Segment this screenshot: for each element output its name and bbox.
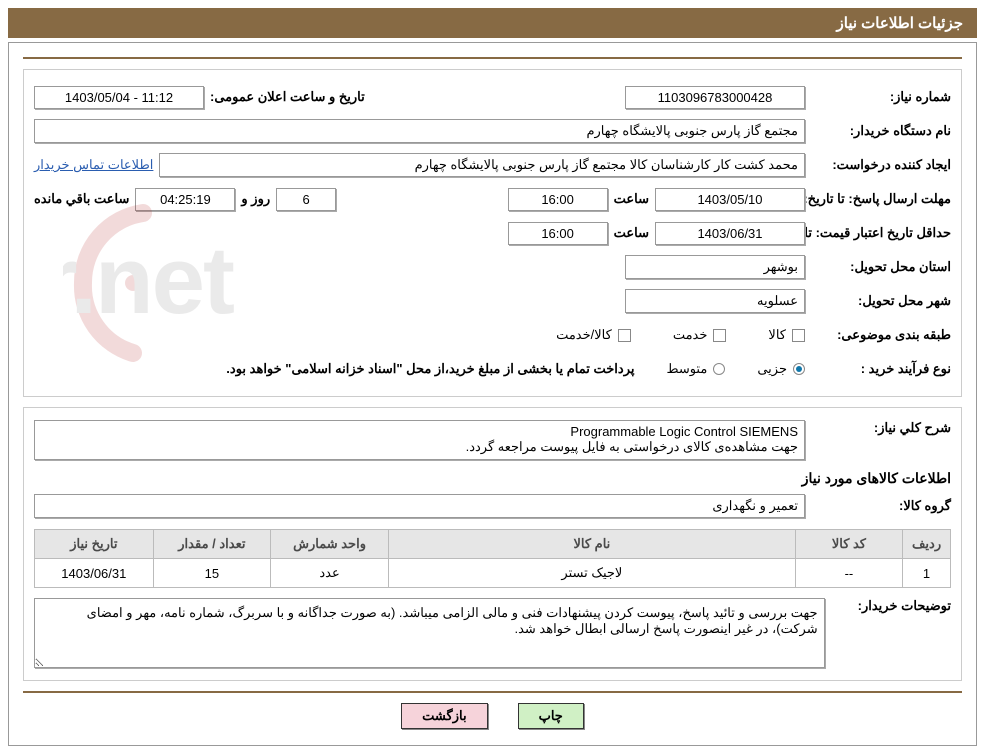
row-need-desc: شرح كلي نياز: Programmable Logic Control…	[34, 420, 951, 460]
label-buyer-org: نام دستگاه خریدار:	[811, 123, 951, 139]
label-chk-goods: کالا	[768, 327, 786, 343]
row-buyer-org: نام دستگاه خریدار: مجتمع گاز پارس جنوبی …	[34, 116, 951, 146]
buyer-contact-link[interactable]: اطلاعات تماس خریدار	[34, 157, 153, 173]
label-classification: طبقه بندی موضوعی:	[811, 327, 951, 343]
row-price-valid: حداقل تاریخ اعتبار قیمت: تا تاریخ: 1403/…	[34, 218, 951, 248]
field-delivery-city: عسلویه	[625, 289, 805, 313]
label-delivery-province: استان محل تحویل:	[811, 259, 951, 275]
label-hour2: ساعت	[614, 225, 649, 241]
label-chk-service: خدمت	[673, 327, 708, 343]
field-buyer-org: مجتمع گاز پارس جنوبی پالایشگاه چهارم	[34, 119, 805, 143]
label-announce-dt: تاریخ و ساعت اعلان عمومی:	[210, 89, 365, 105]
field-days-left: 6	[276, 188, 336, 211]
row-buyer-notes: توضيحات خریدار:	[34, 598, 951, 668]
button-row: چاپ بازگشت	[9, 693, 976, 745]
row-delivery-province: استان محل تحویل: بوشهر	[34, 252, 951, 282]
field-delivery-province: بوشهر	[625, 255, 805, 279]
page-title: جزئیات اطلاعات نیاز	[837, 15, 964, 32]
label-buyer-notes: توضيحات خریدار:	[831, 598, 951, 614]
row-purchase-type: نوع فرآیند خرید : جزیی متوسط پرداخت تمام…	[34, 354, 951, 384]
row-requester: ایجاد کننده درخواست: محمد کشت کار کارشنا…	[34, 150, 951, 180]
th-qty: تعداد / مقدار	[153, 530, 270, 559]
td-qty: 15	[153, 559, 270, 588]
td-row: 1	[903, 559, 951, 588]
label-price-valid: حداقل تاریخ اعتبار قیمت: تا تاریخ:	[811, 225, 951, 241]
label-goods-group: گروه کالا:	[811, 498, 951, 514]
label-need-no: شماره نیاز:	[811, 89, 951, 105]
back-button[interactable]: بازگشت	[401, 703, 487, 729]
label-requester: ایجاد کننده درخواست:	[811, 157, 951, 173]
field-price-valid-date: 1403/06/31	[655, 222, 805, 245]
th-row: ردیف	[903, 530, 951, 559]
goods-header: اطلاعات کالاهای مورد نیاز	[34, 470, 951, 487]
summary-section: شماره نیاز: 1103096783000428 تاریخ و ساع…	[23, 69, 962, 397]
table-row: 1 -- لاجیک تستر عدد 15 1403/06/31	[35, 559, 951, 588]
td-date: 1403/06/31	[35, 559, 154, 588]
checkbox-service[interactable]	[713, 329, 726, 342]
field-answer-date: 1403/05/10	[655, 188, 805, 211]
field-goods-group: تعمیر و نگهداری	[34, 494, 805, 518]
label-chk-goods-service: کالا/خدمت	[556, 327, 612, 343]
label-delivery-city: شهر محل تحویل:	[811, 293, 951, 309]
th-date: تاریخ نیاز	[35, 530, 154, 559]
purchase-note: پرداخت تمام یا بخشی از مبلغ خرید،از محل …	[226, 361, 634, 377]
label-radio-medium: متوسط	[666, 361, 707, 377]
label-days-and: روز و	[241, 191, 270, 207]
td-unit: عدد	[271, 559, 389, 588]
header-bar: جزئیات اطلاعات نیاز	[8, 8, 977, 38]
th-code: کد کالا	[795, 530, 902, 559]
field-buyer-notes[interactable]	[34, 598, 825, 668]
row-classification: طبقه بندی موضوعی: کالا خدمت کالا/خدمت	[34, 320, 951, 350]
field-requester: محمد کشت کار کارشناسان کالا مجتمع گاز پا…	[159, 153, 805, 177]
td-code: --	[795, 559, 902, 588]
table-header-row: ردیف کد کالا نام کالا واحد شمارش تعداد /…	[35, 530, 951, 559]
field-announce-dt: 1403/05/04 - 11:12	[34, 86, 204, 109]
checkbox-goods[interactable]	[792, 329, 805, 342]
field-hms-left: 04:25:19	[135, 188, 235, 211]
row-answer-deadline: مهلت ارسال پاسخ: تا تاریخ: 1403/05/10 سا…	[34, 184, 951, 214]
label-need-desc: شرح كلي نياز:	[811, 420, 951, 436]
th-name: نام کالا	[389, 530, 796, 559]
row-delivery-city: شهر محل تحویل: عسلویه	[34, 286, 951, 316]
radio-medium[interactable]	[713, 363, 725, 375]
detail-section: شرح كلي نياز: Programmable Logic Control…	[23, 407, 962, 681]
field-price-valid-time: 16:00	[508, 222, 608, 245]
label-purchase-type: نوع فرآیند خرید :	[811, 361, 951, 377]
print-button[interactable]: چاپ	[518, 703, 584, 729]
field-need-no: 1103096783000428	[625, 86, 805, 109]
td-name: لاجیک تستر	[389, 559, 796, 588]
label-hour1: ساعت	[614, 191, 649, 207]
top-divider	[23, 57, 962, 59]
label-radio-partial: جزیی	[757, 361, 787, 377]
label-answer-deadline: مهلت ارسال پاسخ: تا تاریخ:	[811, 191, 951, 207]
checkbox-goods-service[interactable]	[618, 329, 631, 342]
radio-partial[interactable]	[793, 363, 805, 375]
main-panel: AriaTender.net شماره نیاز: 1103096783000…	[8, 42, 977, 746]
field-need-desc: Programmable Logic Control SIEMENS جهت م…	[34, 420, 805, 460]
goods-table: ردیف کد کالا نام کالا واحد شمارش تعداد /…	[34, 529, 951, 588]
th-unit: واحد شمارش	[271, 530, 389, 559]
label-hours-remaining: ساعت باقي مانده	[34, 191, 129, 207]
row-need-no: شماره نیاز: 1103096783000428 تاریخ و ساع…	[34, 82, 951, 112]
field-answer-time: 16:00	[508, 188, 608, 211]
row-goods-group: گروه کالا: تعمیر و نگهداری	[34, 491, 951, 521]
